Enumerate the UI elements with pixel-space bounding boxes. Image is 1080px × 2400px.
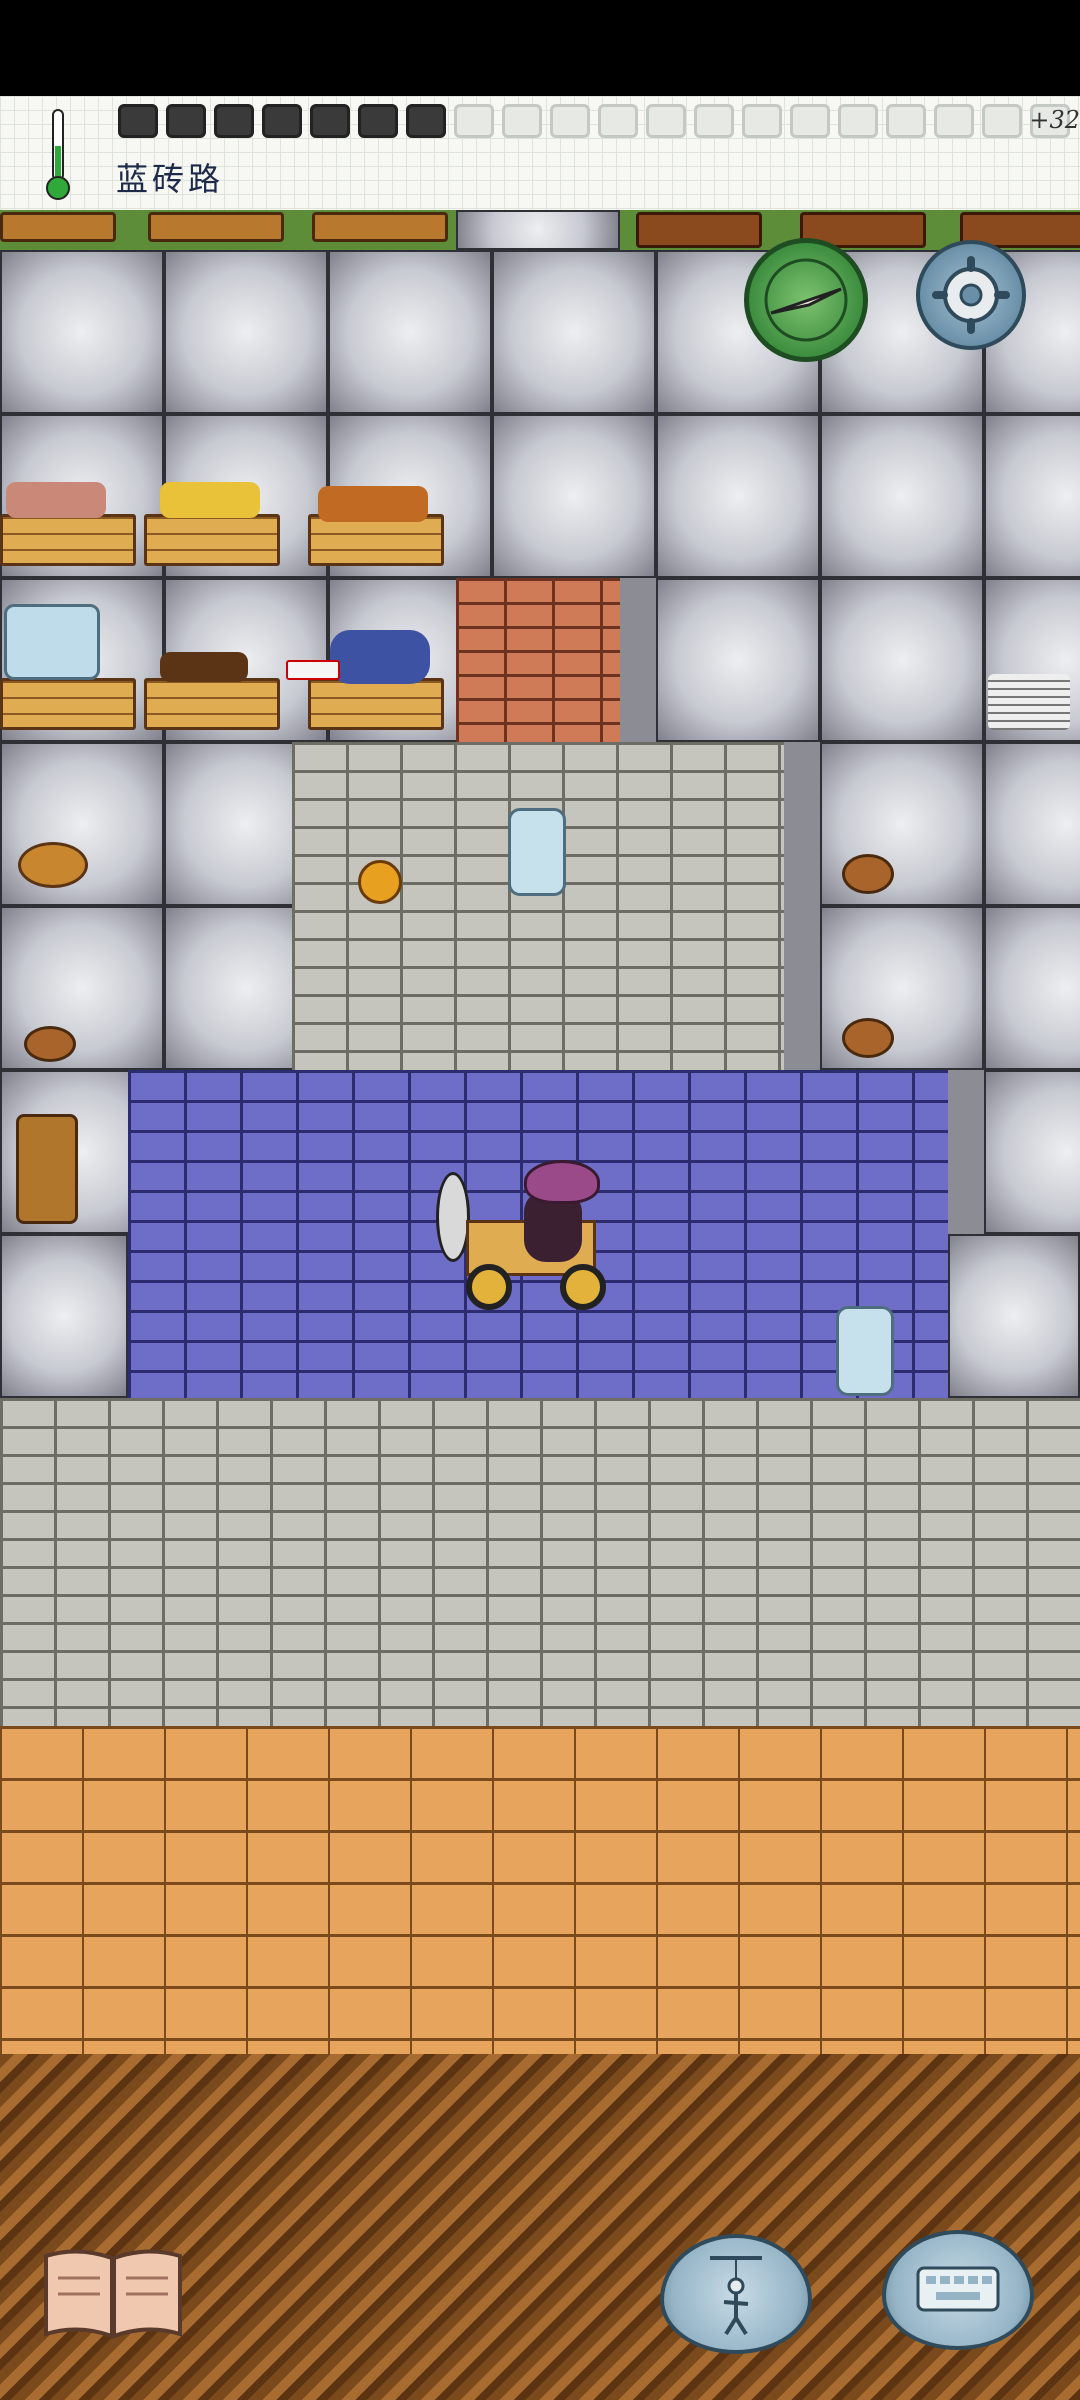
glass-jars: [4, 604, 100, 680]
food-pip: [550, 104, 590, 138]
book-icon[interactable]: [42, 2244, 184, 2340]
food-pip: [982, 104, 1022, 138]
keyboard-icon: [916, 2266, 1000, 2312]
stone-floor-tile: [0, 742, 164, 906]
blue-backpack: [330, 630, 430, 684]
game-world[interactable]: [0, 210, 1080, 2400]
orange-fruit[interactable]: [358, 860, 402, 904]
system-status-bar: [0, 0, 1080, 96]
stone-floor-tile: [164, 250, 328, 414]
wooden-floor: [0, 1726, 1080, 2054]
hay-floor: [0, 2054, 1080, 2400]
player-with-handcart[interactable]: [436, 1160, 614, 1336]
stone-floor-tile: [820, 414, 984, 578]
chat-keyboard-button[interactable]: [882, 2230, 1034, 2350]
log-pile[interactable]: [312, 212, 448, 242]
banana-items: [160, 482, 260, 518]
storage-box-backpack[interactable]: [308, 678, 444, 730]
red-brick-wall: [456, 578, 620, 742]
log-pile[interactable]: [148, 212, 284, 242]
compass-icon[interactable]: [744, 238, 868, 362]
puppet-icon: [710, 2256, 762, 2336]
plate-stack[interactable]: [988, 674, 1070, 730]
food-pip: [166, 104, 206, 138]
food-pip: [454, 104, 494, 138]
stone-floor-tile: [492, 250, 656, 414]
food-pip: [886, 104, 926, 138]
bowl[interactable]: [24, 1026, 76, 1062]
basket-of-items[interactable]: [842, 1018, 894, 1058]
stone-floor-tile: [820, 578, 984, 742]
storage-box-bananas[interactable]: [144, 514, 280, 566]
storage-box-jars[interactable]: [0, 678, 136, 730]
stone-floor-tile: [948, 1234, 1080, 1398]
stone-floor-tile: [456, 210, 620, 250]
food-pip: [502, 104, 542, 138]
stone-floor-tile: [492, 414, 656, 578]
food-pip: [742, 104, 782, 138]
woven-basket[interactable]: [16, 1114, 78, 1224]
food-pip: [598, 104, 638, 138]
bread-items: [318, 486, 428, 522]
storage-box-meat[interactable]: [0, 514, 136, 566]
food-pip: [262, 104, 302, 138]
stone-floor-tile: [0, 250, 164, 414]
seed-items: [160, 652, 248, 682]
emote-puppet-button[interactable]: [660, 2234, 812, 2354]
first-aid-kit: [286, 660, 340, 680]
yum-bonus-counter: +32: [1029, 106, 1080, 134]
thermometer-icon: [46, 109, 70, 200]
food-pip: [694, 104, 734, 138]
grey-brick-floor: [292, 742, 784, 1070]
stone-floor-tile: [0, 1234, 128, 1398]
stone-floor-tile: [984, 1070, 1080, 1234]
empty-glass-jar[interactable]: [836, 1306, 894, 1396]
food-pip: [838, 104, 878, 138]
food-pip: [790, 104, 830, 138]
food-pip: [358, 104, 398, 138]
stone-floor-tile: [656, 414, 820, 578]
jar-of-berries[interactable]: [508, 808, 566, 896]
stone-floor-tile: [656, 578, 820, 742]
stone-floor-tile: [984, 742, 1080, 906]
food-pip: [214, 104, 254, 138]
food-pip: [406, 104, 446, 138]
location-label: 蓝砖路: [116, 160, 225, 198]
log-pile[interactable]: [0, 212, 116, 242]
stone-floor-tile: [328, 250, 492, 414]
storage-box-seeds[interactable]: [144, 678, 280, 730]
food-pip: [646, 104, 686, 138]
firewood-pile[interactable]: [636, 212, 762, 248]
raw-meat-items: [6, 482, 106, 518]
stone-floor-tile: [984, 906, 1080, 1070]
food-meter: [118, 104, 1070, 138]
grey-brick-road: [0, 1398, 1080, 1726]
stone-floor-tile: [984, 414, 1080, 578]
food-pip: [310, 104, 350, 138]
basket-of-items[interactable]: [842, 854, 894, 894]
settings-gear-icon[interactable]: [916, 240, 1026, 350]
hud-panel: +32 蓝砖路: [0, 96, 1080, 210]
food-pip: [118, 104, 158, 138]
pie-stack[interactable]: [18, 842, 88, 888]
food-pip: [934, 104, 974, 138]
